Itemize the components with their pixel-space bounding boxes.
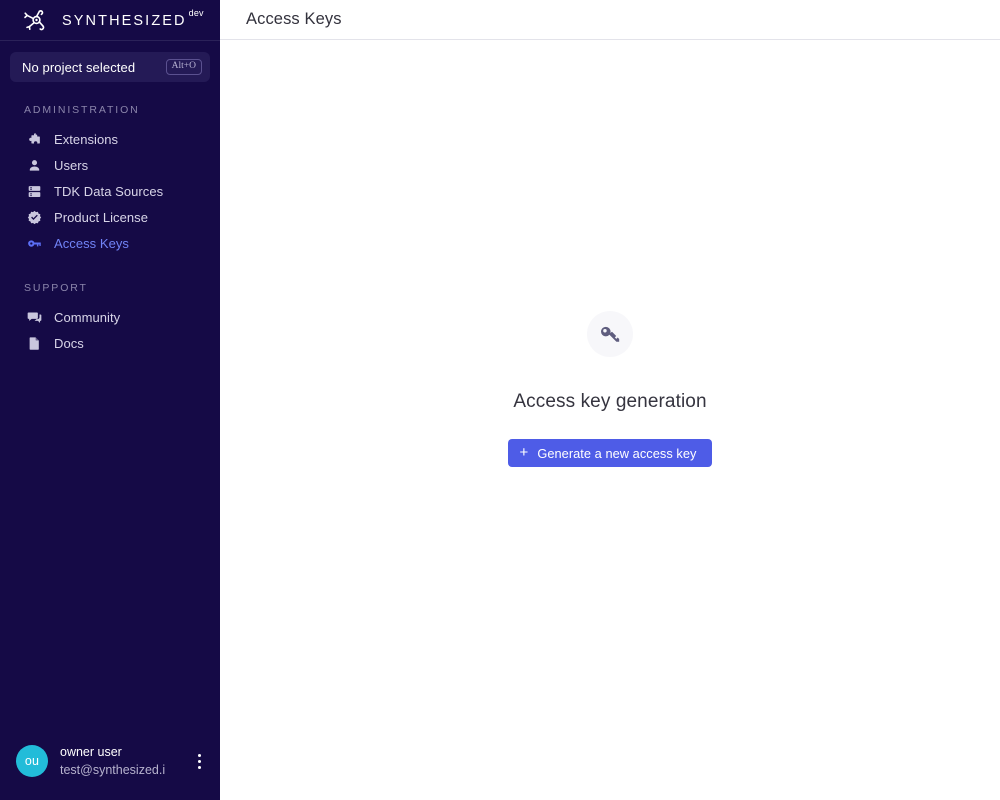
sidebar-item-label: Docs [54,335,84,351]
nav-section-support: SUPPORT Community Docs [0,282,220,356]
empty-state-title: Access key generation [513,391,707,412]
plus-icon: + [519,444,529,461]
document-icon [26,335,42,351]
page-title: Access Keys [246,10,342,28]
sidebar-item-access-keys[interactable]: Access Keys [0,230,220,256]
nav-section-administration: ADMINISTRATION Extensions Users TDK Data… [0,104,220,256]
kebab-dot [197,765,201,769]
kebab-menu-icon[interactable] [188,746,210,776]
generate-access-key-button[interactable]: + Generate a new access key [507,439,713,467]
brand-wordmark: SYNTHESIZED [62,12,187,29]
sidebar-item-product-license[interactable]: Product License [0,204,220,230]
app-root: SYNTHESIZED dev No project selected Alt+… [0,0,1000,800]
page-header: Access Keys [220,0,1000,40]
key-icon [586,311,633,357]
sidebar-item-label: Product License [54,209,148,225]
chat-bubble-icon [26,309,42,325]
avatar[interactable]: ou [16,745,48,777]
sidebar-item-label: Users [54,157,89,173]
brand-superscript: dev [188,8,204,18]
sidebar-item-label: TDK Data Sources [54,183,164,199]
sidebar-item-extensions[interactable]: Extensions [0,126,220,152]
user-email: test@synthesized.i [60,763,166,777]
project-selector[interactable]: No project selected Alt+O [10,52,210,82]
generate-access-key-button-label: Generate a new access key [537,445,697,461]
verified-badge-icon [26,209,42,225]
sidebar-item-users[interactable]: Users [0,152,220,178]
main-area: Access Keys Access key generation + Gene… [220,0,1000,800]
empty-state: Access key generation + Generate a new a… [507,311,713,467]
sidebar-item-label: Community [54,309,121,325]
user-name: owner user [60,744,122,759]
kebab-dot [197,753,201,757]
puzzle-piece-icon [26,131,42,147]
project-selector-shortcut-badge: Alt+O [165,58,202,76]
nav-heading-administration: ADMINISTRATION [24,104,140,116]
key-icon [26,235,42,251]
person-icon [26,157,42,173]
kebab-dot [197,759,201,763]
sidebar-item-community[interactable]: Community [0,304,220,330]
nav-heading-support: SUPPORT [24,282,88,294]
sidebar-item-tdk-data-sources[interactable]: TDK Data Sources [0,178,220,204]
sidebar-item-label: Access Keys [54,235,129,251]
project-selector-label: No project selected [22,59,136,75]
brand-divider [0,40,220,41]
sidebar-item-label: Extensions [54,131,119,147]
user-footer: ou owner user test@synthesized.i [0,740,220,800]
user-meta: owner user test@synthesized.i [60,743,188,779]
sidebar-item-docs[interactable]: Docs [0,330,220,356]
sidebar: SYNTHESIZED dev No project selected Alt+… [0,0,220,800]
brand-header[interactable]: SYNTHESIZED dev [0,0,220,40]
content-area: Access key generation + Generate a new a… [220,40,1000,800]
network-graph-logo-icon [22,7,52,33]
server-icon [26,183,42,199]
